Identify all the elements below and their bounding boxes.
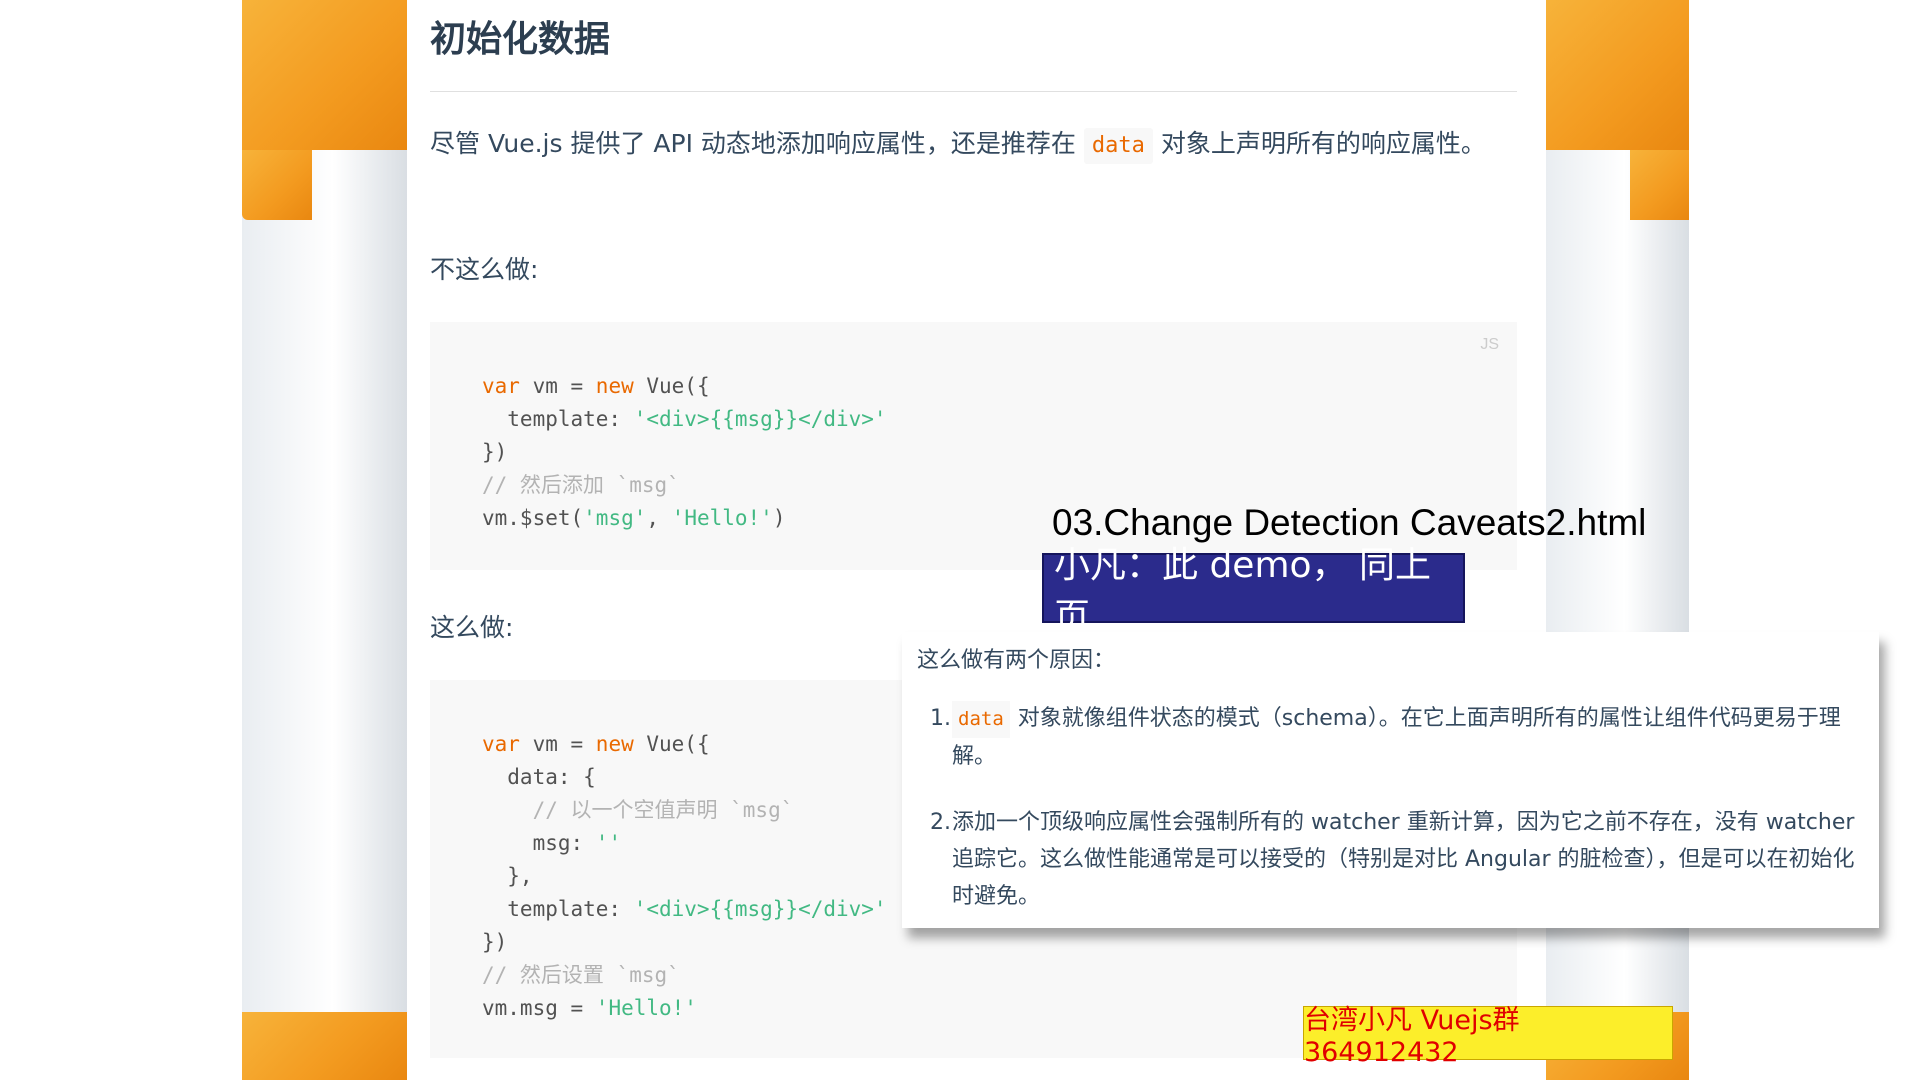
- reason-number: 2.: [930, 810, 951, 835]
- code-string: 'Hello!': [595, 996, 697, 1020]
- intro-after: 对象上声明所有的响应属性。: [1160, 129, 1486, 158]
- code-token: vm.$set(: [482, 506, 584, 530]
- watermark-banner: 台湾小凡 Vuejs群 364912432: [1303, 1005, 1673, 1068]
- reason-inline-code: data: [952, 701, 1010, 738]
- code-token: vm.msg =: [482, 996, 596, 1020]
- code-string: 'Hello!': [671, 506, 773, 530]
- code-keyword: var: [482, 732, 520, 756]
- code-token: vm =: [519, 732, 596, 756]
- reason-item-2: 2. 添加一个顶级响应属性会强制所有的 watcher 重新计算，因为它之前不存…: [930, 804, 1872, 915]
- code-comment: // 以一个空值声明 `msg`: [482, 798, 794, 822]
- code-token: template:: [482, 897, 634, 921]
- code-keyword: new: [595, 732, 634, 756]
- code-token: msg:: [482, 831, 596, 855]
- code-string: 'msg': [583, 506, 647, 530]
- intro-inline-code: data: [1083, 128, 1153, 164]
- reason-number: 1.: [930, 706, 951, 731]
- code-token: Vue({: [633, 732, 710, 756]
- annotation-caption-text: 小凡：此 demo， 同上页: [1054, 545, 1431, 638]
- code-text: var vm = new Vue({ data: { // 以一个空值声明 `m…: [482, 728, 887, 1025]
- slide: 初始化数据 尽管 Vue.js 提供了 API 动态地添加响应属性，还是推荐在 d…: [0, 0, 1920, 1080]
- code-token: },: [482, 864, 533, 888]
- right-orange-top: [1546, 0, 1689, 150]
- callout-heading: 这么做有两个原因：: [917, 648, 1116, 673]
- reason-text: 对象就像组件状态的模式（schema）。在它上面声明所有的属性让组件代码更易于理…: [952, 706, 1841, 769]
- code-text: var vm = new Vue({ template: '<div>{{msg…: [482, 370, 887, 535]
- code-keyword: var: [482, 374, 520, 398]
- code-comment: // 然后添加 `msg`: [482, 473, 680, 497]
- left-orange-bottom: [242, 1012, 407, 1080]
- intro-before: 尽管 Vue.js 提供了 API 动态地添加响应属性，还是推荐在: [430, 129, 1076, 158]
- code-keyword: new: [595, 374, 634, 398]
- code-lang-tag: JS: [1480, 336, 1499, 353]
- reason-item-1: 1. data 对象就像组件状态的模式（schema）。在它上面声明所有的属性让组…: [930, 700, 1872, 775]
- code-comment: // 然后设置 `msg`: [482, 963, 680, 987]
- annotation-caption: 小凡：此 demo， 同上页: [1042, 545, 1465, 638]
- intro-paragraph: 尽管 Vue.js 提供了 API 动态地添加响应属性，还是推荐在 data 对象上…: [430, 122, 1510, 165]
- watermark-text: 台湾小凡 Vuejs群 364912432: [1304, 1005, 1520, 1068]
- code-token: ,: [646, 506, 672, 530]
- code-token: ): [772, 506, 786, 530]
- code-string: '<div>{{msg}}</div>': [633, 897, 887, 921]
- code-token: template:: [482, 407, 634, 431]
- reason-text: 添加一个顶级响应属性会强制所有的 watcher 重新计算，因为它之前不存在，没…: [952, 810, 1855, 909]
- do-label: 这么做:: [430, 613, 514, 642]
- code-string: '<div>{{msg}}</div>': [633, 407, 887, 431]
- left-orange-mid: [242, 150, 312, 220]
- code-string: '': [595, 831, 622, 855]
- code-token: }): [482, 930, 508, 954]
- page-title: 初始化数据: [430, 19, 611, 60]
- code-token: Vue({: [633, 374, 710, 398]
- title-divider: [430, 91, 1517, 92]
- code-token: vm =: [519, 374, 596, 398]
- code-token: data: {: [482, 765, 596, 789]
- code-token: }): [482, 440, 508, 464]
- right-orange-mid: [1630, 150, 1689, 220]
- left-orange-top: [242, 0, 407, 150]
- reasons-callout: 这么做有两个原因： 1. data 对象就像组件状态的模式（schema）。在它上…: [902, 632, 1879, 928]
- dont-label: 不这么做:: [430, 255, 539, 284]
